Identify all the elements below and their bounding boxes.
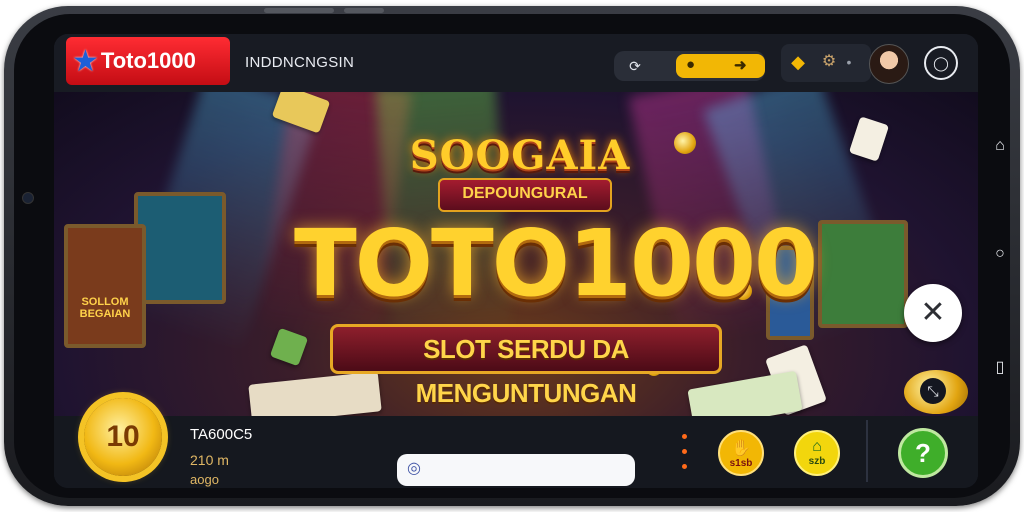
search-icon: ◎ — [407, 460, 421, 477]
language-selector[interactable]: INDDNCNGSIN — [245, 54, 354, 71]
dot-icon[interactable]: • — [841, 50, 857, 74]
bottom-bar: 10 TA600C5 210 m aogo ◎ ✋ s1sb ⌂ szb ? — [54, 398, 978, 488]
playing-card — [248, 371, 382, 416]
coin-toggle[interactable]: ● ➜ — [676, 54, 765, 78]
circle-nav-icon[interactable]: ○ — [990, 244, 1010, 264]
quick-actions: ◆ ⚙ • — [781, 44, 871, 82]
poster-text: SOLLOM BEGAIAN — [79, 296, 131, 320]
coin-icon: ● — [686, 56, 696, 73]
star-icon: ★ — [72, 44, 99, 78]
help-button[interactable]: ? — [898, 428, 948, 478]
level-badge[interactable]: 10 — [84, 398, 162, 476]
home-nav-icon[interactable]: ⌂ — [990, 136, 1010, 156]
volume-button — [264, 8, 334, 13]
camera-icon — [22, 192, 34, 204]
coin-decoration — [674, 132, 696, 154]
diamond-icon[interactable]: ◆ — [786, 50, 810, 74]
banner-ribbon: SLOT SERDU DA MENGUNTUNGAN — [330, 324, 722, 408]
menu-icon[interactable]: ◯ — [924, 46, 958, 80]
stat-label: TA600C5 — [190, 426, 253, 443]
game-button-2[interactable]: ⌂ szb — [794, 430, 840, 476]
app-screen: ★ Toto1000 INDDNCNGSIN ⟳ ● ➜ ◆ ⚙ • ◯ SOL… — [54, 34, 978, 488]
power-button — [344, 8, 384, 13]
back-nav-icon[interactable]: ▯ — [990, 358, 1010, 378]
avatar[interactable] — [869, 44, 909, 84]
close-icon[interactable]: ✕ — [904, 284, 962, 342]
promo-banner[interactable]: SOLLOM BEGAIAN SOOGAIA DEPOUNGURAL TOTO1… — [54, 92, 978, 416]
poster-frame: SOLLOM BEGAIAN — [64, 224, 146, 348]
playing-card — [848, 116, 890, 162]
expand-icon[interactable]: ⤡ — [920, 378, 946, 404]
search-bar[interactable]: ◎ — [397, 454, 635, 486]
playing-card — [687, 370, 803, 416]
game-button-label: szb — [808, 456, 826, 467]
poster-frame — [134, 192, 226, 304]
banner-subtitle: DEPOUNGURAL — [438, 178, 612, 212]
divider — [866, 420, 868, 482]
indicator-dots — [682, 434, 690, 478]
mode-toggle[interactable]: ⟳ ● ➜ — [614, 51, 765, 81]
poster-frame — [818, 220, 908, 328]
top-bar: ★ Toto1000 INDDNCNGSIN ⟳ ● ➜ ◆ ⚙ • ◯ — [54, 34, 978, 92]
game-button-1[interactable]: ✋ s1sb — [718, 430, 764, 476]
game-button-label: s1sb — [729, 458, 753, 469]
arrow-icon: ➜ — [734, 57, 747, 74]
refresh-icon[interactable]: ⟳ — [622, 55, 648, 77]
stat-sub: aogo — [190, 472, 219, 487]
gear-icon[interactable]: ⚙ — [819, 50, 839, 74]
home-icon: ⌂ — [812, 438, 822, 455]
logo-text: Toto1000 — [100, 48, 196, 73]
hand-icon: ✋ — [731, 440, 751, 457]
search-input[interactable] — [431, 458, 631, 484]
banner-top-title: SOOGAIA — [409, 132, 631, 179]
phone-frame: ★ Toto1000 INDDNCNGSIN ⟳ ● ➜ ◆ ⚙ • ◯ SOL… — [4, 6, 1020, 506]
site-logo[interactable]: ★ Toto1000 — [66, 37, 230, 85]
banner-main-title: TOTO1000 — [294, 210, 818, 317]
stat-value: 210 m — [190, 452, 229, 468]
